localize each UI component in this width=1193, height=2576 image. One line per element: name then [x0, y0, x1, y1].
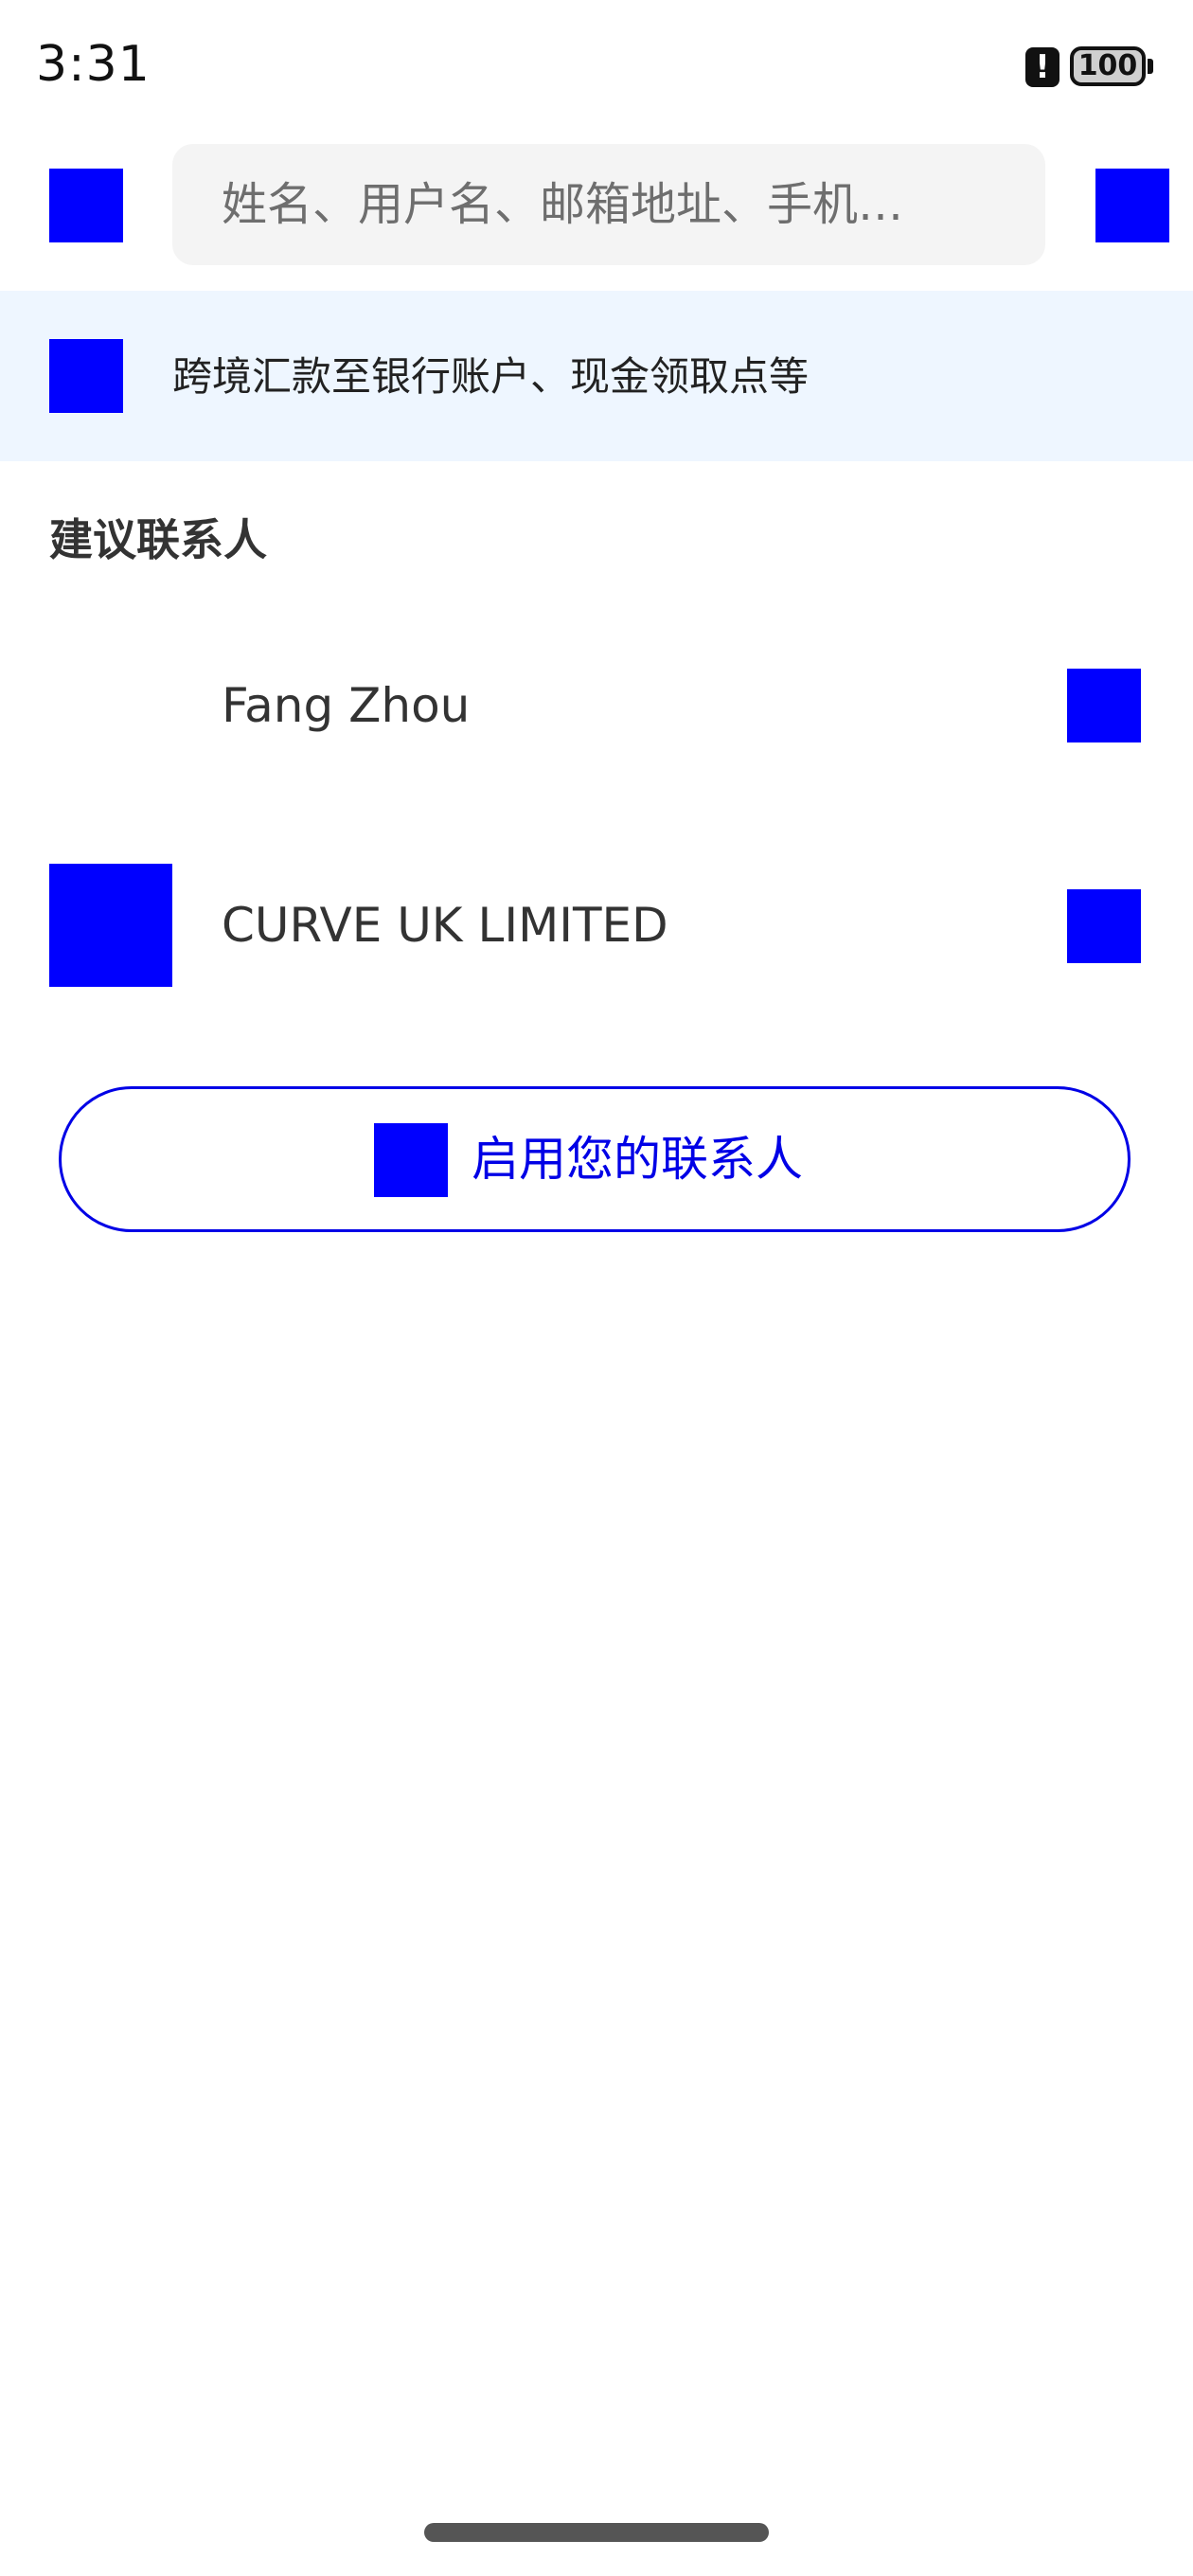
home-indicator[interactable]: [424, 2523, 769, 2542]
contact-name: CURVE UK LIMITED: [222, 898, 668, 953]
contacts-icon: [374, 1123, 448, 1197]
enable-contacts-label: 启用您的联系人: [472, 1132, 803, 1187]
back-arrow-icon[interactable]: [49, 169, 123, 242]
search-input[interactable]: 姓名、用户名、邮箱地址、手机…: [172, 144, 1045, 265]
chevron-right-icon[interactable]: [1067, 889, 1141, 963]
contact-row[interactable]: CURVE UK LIMITED: [0, 841, 1193, 1011]
globe-transfer-icon: [49, 339, 123, 413]
chevron-right-icon[interactable]: [1067, 669, 1141, 742]
battery-icon: 100: [1070, 46, 1146, 86]
battery-tip: [1148, 59, 1153, 74]
contact-row[interactable]: Fang Zhou: [0, 620, 1193, 791]
contact-avatar: [49, 864, 172, 987]
suggested-contacts-title: 建议联系人: [49, 514, 267, 565]
banner-text: 跨境汇款至银行账户、现金领取点等: [172, 353, 810, 400]
alert-icon: !: [1025, 47, 1059, 87]
status-time: 3:31: [36, 36, 151, 93]
qr-scan-icon[interactable]: [1095, 169, 1169, 242]
contact-name: Fang Zhou: [222, 678, 471, 733]
send-money-screen: 3:31 ! 100 姓名、用户名、邮箱地址、手机… 跨境汇款至银行账户、现金领…: [0, 0, 1193, 2576]
status-bar: 3:31 ! 100: [0, 0, 1193, 133]
